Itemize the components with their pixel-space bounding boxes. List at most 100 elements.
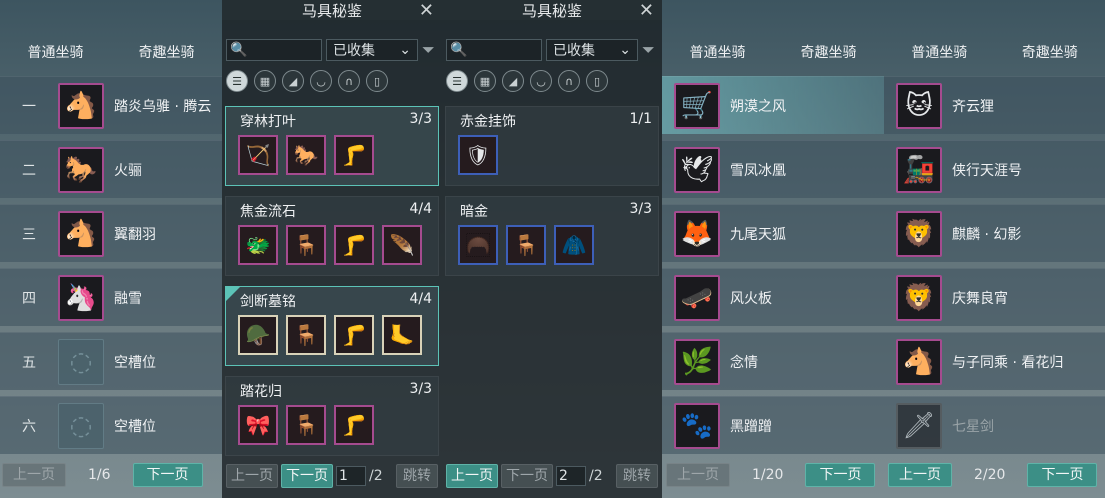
mount-row[interactable]: 🕊 雪凤冰凰: [662, 140, 884, 198]
gear-item-icon[interactable]: 🪑: [286, 225, 326, 265]
mount-slot-4[interactable]: 四 🦄 融雪: [0, 268, 222, 326]
mount-slot-1[interactable]: 一 🐴 踏炎乌骓 · 腾云: [0, 76, 222, 134]
next-page-button[interactable]: 下一页: [1027, 463, 1098, 487]
mount-row-selected[interactable]: 🛒 朔漠之风: [662, 76, 884, 134]
tab-normal-mounts[interactable]: 普通坐骑: [911, 42, 967, 68]
mount-name: 侠行天涯号: [952, 162, 1022, 179]
gear-item-icon[interactable]: 🦵: [334, 135, 374, 175]
mount-row[interactable]: 🛹 风火板: [662, 268, 884, 326]
gear-set-card-selected[interactable]: 剑断墓铭 4/4 🪖 🪑 🦵 🦶: [225, 286, 439, 366]
list-view-icon[interactable]: ☰: [226, 70, 248, 92]
search-input[interactable]: 🔍: [226, 39, 322, 61]
set-items: 🪖 🪑 🦵 🦶: [238, 315, 422, 355]
saddle-icon[interactable]: ▯: [366, 70, 388, 92]
tab-normal-mounts[interactable]: 普通坐骑: [28, 42, 84, 68]
close-icon[interactable]: ✕: [639, 0, 654, 21]
next-page-button[interactable]: 下一页: [132, 463, 203, 487]
gear-set-card[interactable]: 穿林打叶 3/3 🏹 🐎 🦵: [225, 106, 439, 186]
gear-set-card[interactable]: 赤金挂饰 1/1 🛡: [445, 106, 659, 186]
search-input[interactable]: 🔍: [446, 39, 542, 61]
select-value: 已收集: [553, 43, 595, 59]
gear-item-icon[interactable]: 🦵: [334, 225, 374, 265]
codex-title-bar: 马具秘鉴 ✕: [442, 0, 662, 21]
gear-item-icon[interactable]: 🐲: [238, 225, 278, 265]
chevron-down-icon: ⌄: [399, 42, 411, 58]
mount-tabs: 普通坐骑 奇趣坐骑: [884, 42, 1105, 68]
horseshoe-icon[interactable]: ∩: [338, 70, 360, 92]
set-count: 3/3: [629, 201, 652, 217]
close-icon[interactable]: ✕: [419, 0, 434, 21]
jump-button[interactable]: 跳转: [396, 464, 438, 488]
phoenix-icon: 🕊: [674, 146, 720, 193]
head-gear-icon[interactable]: ◢: [502, 70, 524, 92]
mount-row[interactable]: 🦁 麒麟 · 幻影: [884, 204, 1105, 262]
collect-filter-select[interactable]: 已收集 ⌄: [326, 39, 418, 61]
chevron-down-icon: ⌄: [619, 42, 631, 58]
mount-row[interactable]: 🦊 九尾天狐: [662, 204, 884, 262]
mount-slot-6[interactable]: 六 ◌ 空槽位: [0, 396, 222, 454]
next-page-button[interactable]: 下一页: [805, 463, 876, 487]
grid-view-icon[interactable]: ▦: [254, 70, 276, 92]
unicorn-icon: 🦄: [58, 274, 104, 321]
tab-fun-mounts[interactable]: 奇趣坐骑: [801, 42, 857, 68]
mount-row[interactable]: 🚂 侠行天涯号: [884, 140, 1105, 198]
mount-row[interactable]: 🐱 齐云狸: [884, 76, 1105, 134]
skateboard-icon: 🛹: [674, 274, 720, 321]
mount-slot-5[interactable]: 五 ◌ 空槽位: [0, 332, 222, 390]
mount-row[interactable]: 🐾 黑蹭蹭: [662, 396, 884, 454]
mount-panel-2: 普通坐骑 奇趣坐骑 🛒 朔漠之风 🕊 雪凤冰凰 🦊 九尾天狐 🛹 风火板 🌿 念…: [662, 0, 884, 498]
gear-item-icon[interactable]: 🐎: [286, 135, 326, 175]
prev-page-button[interactable]: 上一页: [2, 463, 66, 487]
set-items: 🦱 🪑 🧥: [458, 225, 594, 265]
prev-page-button[interactable]: 上一页: [666, 463, 730, 487]
head-gear-icon[interactable]: ◢: [282, 70, 304, 92]
gear-item-icon[interactable]: 🦵: [334, 405, 374, 445]
list-view-icon[interactable]: ☰: [446, 70, 468, 92]
tab-normal-mounts[interactable]: 普通坐骑: [690, 42, 746, 68]
gear-item-icon[interactable]: 🏹: [238, 135, 278, 175]
prev-page-button[interactable]: 上一页: [226, 464, 278, 488]
gear-item-icon[interactable]: 🪑: [286, 315, 326, 355]
gear-item-icon[interactable]: 🪑: [286, 405, 326, 445]
saddle-icon[interactable]: ▯: [586, 70, 608, 92]
vehicle-icon: 🚂: [896, 146, 942, 193]
set-name: 踏花归: [240, 384, 282, 400]
prev-page-button[interactable]: 上一页: [888, 463, 952, 487]
tab-fun-mounts[interactable]: 奇趣坐骑: [139, 42, 195, 68]
prev-page-button[interactable]: 上一页: [446, 464, 498, 488]
gear-item-icon[interactable]: 🛡: [458, 135, 498, 175]
chest-gear-icon[interactable]: ◡: [530, 70, 552, 92]
filter-icon[interactable]: ⏷: [642, 40, 655, 60]
slot-number: 六: [22, 418, 36, 435]
grid-view-icon[interactable]: ▦: [474, 70, 496, 92]
mount-row-locked[interactable]: 🗡 七星剑: [884, 396, 1105, 454]
gear-item-icon[interactable]: 🦶: [382, 315, 422, 355]
next-page-button[interactable]: 下一页: [501, 464, 553, 488]
gear-item-icon[interactable]: 🦱: [458, 225, 498, 265]
filter-icon[interactable]: ⏷: [422, 40, 435, 60]
mount-row[interactable]: 🌿 念情: [662, 332, 884, 390]
page-input[interactable]: 1: [336, 466, 366, 486]
mount-row[interactable]: 🦁 庆舞良宵: [884, 268, 1105, 326]
chest-gear-icon[interactable]: ◡: [310, 70, 332, 92]
gear-set-card[interactable]: 踏花归 3/3 🎀 🪑 🦵: [225, 376, 439, 456]
mount-row[interactable]: 🐴 与子同乘 · 看花归: [884, 332, 1105, 390]
gear-set-card[interactable]: 暗金 3/3 🦱 🪑 🧥: [445, 196, 659, 276]
gear-item-icon[interactable]: 🪶: [382, 225, 422, 265]
mount-slot-3[interactable]: 三 🐴 翼翻羽: [0, 204, 222, 262]
horseshoe-icon[interactable]: ∩: [558, 70, 580, 92]
gear-item-icon[interactable]: 🪖: [238, 315, 278, 355]
mount-tabs: 普通坐骑 奇趣坐骑: [662, 42, 884, 68]
jump-button[interactable]: 跳转: [616, 464, 658, 488]
gear-item-icon[interactable]: 🦵: [334, 315, 374, 355]
tab-fun-mounts[interactable]: 奇趣坐骑: [1022, 42, 1078, 68]
collect-filter-select[interactable]: 已收集 ⌄: [546, 39, 638, 61]
next-page-button[interactable]: 下一页: [281, 464, 333, 488]
gear-set-card[interactable]: 焦金流石 4/4 🐲 🪑 🦵 🪶: [225, 196, 439, 276]
slot-number: 一: [22, 98, 36, 115]
gear-item-icon[interactable]: 🪑: [506, 225, 546, 265]
gear-item-icon[interactable]: 🧥: [554, 225, 594, 265]
page-input[interactable]: 2: [556, 466, 586, 486]
mount-slot-2[interactable]: 二 🐎 火骊: [0, 140, 222, 198]
gear-item-icon[interactable]: 🎀: [238, 405, 278, 445]
